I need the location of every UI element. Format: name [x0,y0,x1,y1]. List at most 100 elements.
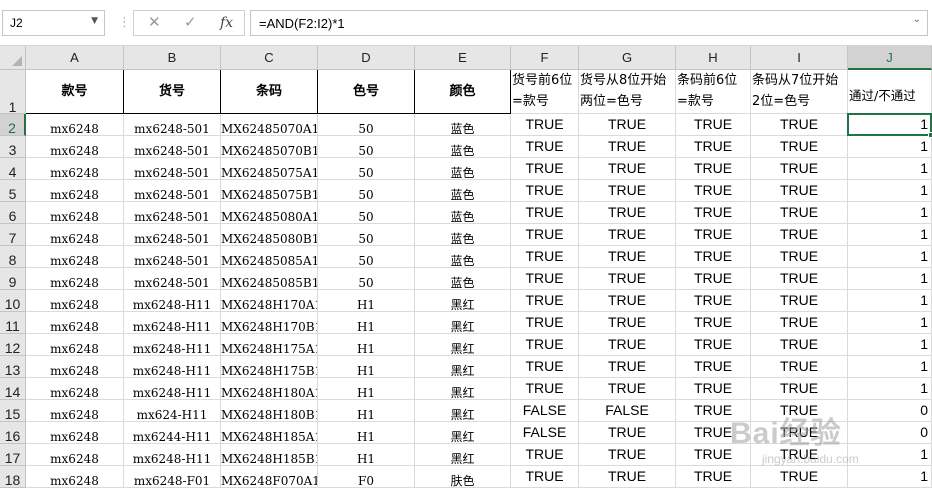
cell-f15[interactable]: FALSE [511,400,579,422]
cell-e3[interactable]: 蓝色 [415,136,511,158]
column-header-g[interactable]: G [579,46,676,70]
cell-a2[interactable]: mx6248 [26,114,124,136]
chevron-down-icon[interactable]: ▼ [91,16,98,26]
row-header-3[interactable]: 3 [0,136,26,158]
row-header-18[interactable]: 18 [0,466,26,488]
cell-j12[interactable]: 1 [848,334,932,356]
cell-j10[interactable]: 1 [848,290,932,312]
cell-d9[interactable]: 50 [318,268,415,290]
column-header-j[interactable]: J [848,46,932,70]
cell-i11[interactable]: TRUE [751,312,848,334]
cell-a12[interactable]: mx6248 [26,334,124,356]
cell-i2[interactable]: TRUE [751,114,848,136]
row-header-1[interactable]: 1 [0,70,26,115]
cell-b11[interactable]: mx6248-H11 [124,312,221,334]
header-cell-j[interactable]: 通过/不通过 [848,70,932,114]
select-all-button[interactable] [0,46,26,70]
cell-h9[interactable]: TRUE [676,268,751,290]
row-header-16[interactable]: 16 [0,422,26,444]
row-header-9[interactable]: 9 [0,268,26,290]
cancel-icon[interactable]: ✕ [148,13,161,31]
cell-a4[interactable]: mx6248 [26,158,124,180]
cell-h5[interactable]: TRUE [676,180,751,202]
cell-b8[interactable]: mx6248-501 [124,246,221,268]
name-box[interactable]: J2 ▼ [2,10,105,36]
cell-g13[interactable]: TRUE [579,356,676,378]
cell-j16[interactable]: 0 [848,422,932,444]
cell-d17[interactable]: H1 [318,444,415,466]
cell-f5[interactable]: TRUE [511,180,579,202]
row-header-13[interactable]: 13 [0,356,26,378]
cell-f6[interactable]: TRUE [511,202,579,224]
cell-e12[interactable]: 黑红 [415,334,511,356]
row-header-14[interactable]: 14 [0,378,26,400]
cell-e17[interactable]: 黑红 [415,444,511,466]
cell-g14[interactable]: TRUE [579,378,676,400]
cell-i6[interactable]: TRUE [751,202,848,224]
cell-a6[interactable]: mx6248 [26,202,124,224]
cell-d2[interactable]: 50 [318,114,415,136]
cell-h17[interactable]: TRUE [676,444,751,466]
cell-h12[interactable]: TRUE [676,334,751,356]
cell-e6[interactable]: 蓝色 [415,202,511,224]
cell-b3[interactable]: mx6248-501 [124,136,221,158]
cell-g18[interactable]: TRUE [579,466,676,488]
header-cell-a[interactable]: 款号 [26,70,124,114]
cell-g8[interactable]: TRUE [579,246,676,268]
row-header-12[interactable]: 12 [0,334,26,356]
cell-f12[interactable]: TRUE [511,334,579,356]
cell-g7[interactable]: TRUE [579,224,676,246]
cell-b13[interactable]: mx6248-H11 [124,356,221,378]
cell-d10[interactable]: H1 [318,290,415,312]
cell-c13[interactable]: MX6248H175B1 [221,356,318,378]
cell-b12[interactable]: mx6248-H11 [124,334,221,356]
fill-handle[interactable] [928,132,932,138]
column-header-b[interactable]: B [124,46,221,70]
cell-d12[interactable]: H1 [318,334,415,356]
cell-d13[interactable]: H1 [318,356,415,378]
column-header-a[interactable]: A [26,46,124,70]
cell-e15[interactable]: 黑红 [415,400,511,422]
cell-h4[interactable]: TRUE [676,158,751,180]
row-header-2[interactable]: 2 [0,114,26,136]
cell-h3[interactable]: TRUE [676,136,751,158]
cell-a8[interactable]: mx6248 [26,246,124,268]
cell-d18[interactable]: F0 [318,466,415,488]
cell-c14[interactable]: MX6248H180A1 [221,378,318,400]
cell-i5[interactable]: TRUE [751,180,848,202]
cell-h18[interactable]: TRUE [676,466,751,488]
header-cell-f[interactable]: 货号前6位 =款号 [511,70,579,114]
cell-d6[interactable]: 50 [318,202,415,224]
cell-b9[interactable]: mx6248-501 [124,268,221,290]
cell-c10[interactable]: MX6248H170A1 [221,290,318,312]
cell-b7[interactable]: mx6248-501 [124,224,221,246]
cell-b15[interactable]: mx624-H11 [124,400,221,422]
column-header-i[interactable]: I [751,46,848,70]
cell-i18[interactable]: TRUE [751,466,848,488]
cell-g17[interactable]: TRUE [579,444,676,466]
cell-c11[interactable]: MX6248H170B1 [221,312,318,334]
cell-i8[interactable]: TRUE [751,246,848,268]
cell-f11[interactable]: TRUE [511,312,579,334]
cell-g5[interactable]: TRUE [579,180,676,202]
cell-i17[interactable]: TRUE [751,444,848,466]
enter-icon[interactable]: ✓ [184,13,197,31]
cell-j17[interactable]: 1 [848,444,932,466]
cell-f7[interactable]: TRUE [511,224,579,246]
cell-e18[interactable]: 肤色 [415,466,511,488]
cell-c18[interactable]: MX6248F070A1 [221,466,318,488]
cell-d8[interactable]: 50 [318,246,415,268]
cell-h15[interactable]: TRUE [676,400,751,422]
column-header-h[interactable]: H [676,46,751,70]
cell-b18[interactable]: mx6248-F01 [124,466,221,488]
cell-c15[interactable]: MX6248H180B1 [221,400,318,422]
cell-e4[interactable]: 蓝色 [415,158,511,180]
cell-i13[interactable]: TRUE [751,356,848,378]
cell-d3[interactable]: 50 [318,136,415,158]
cell-j7[interactable]: 1 [848,224,932,246]
cell-f8[interactable]: TRUE [511,246,579,268]
header-cell-b[interactable]: 货号 [124,70,221,114]
cell-e2[interactable]: 蓝色 [415,114,511,136]
cell-a11[interactable]: mx6248 [26,312,124,334]
row-header-5[interactable]: 5 [0,180,26,202]
